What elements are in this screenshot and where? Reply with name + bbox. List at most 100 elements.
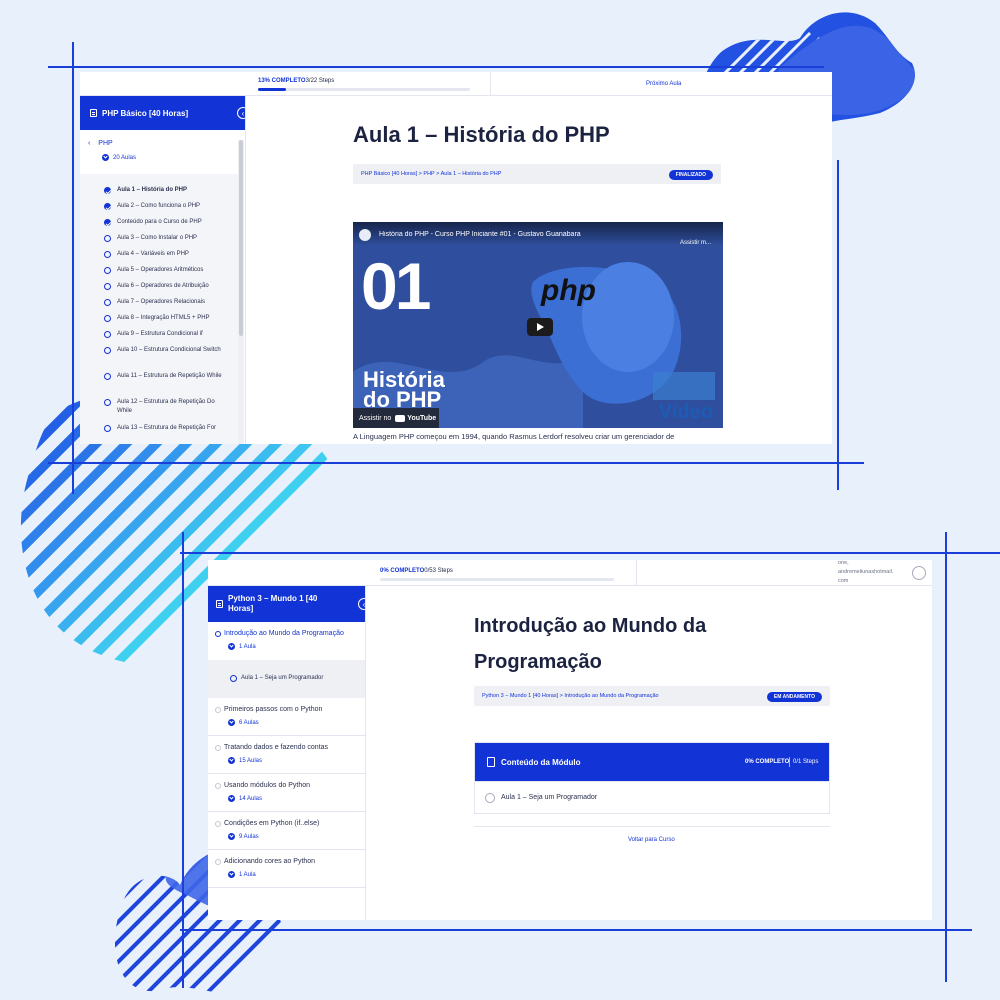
watch-on-label: Assistir no — [359, 414, 392, 422]
check-icon — [228, 757, 235, 764]
lesson-intro-text: A Linguagem PHP começou em 1994, quando … — [353, 432, 675, 441]
module-lesson-count: 9 Aulas — [228, 833, 259, 840]
module-label: Usando módulos do Python — [224, 782, 310, 789]
video-title[interactable]: História do PHP - Curso PHP Iniciante #0… — [379, 231, 619, 238]
video-player[interactable]: História do PHP - Curso PHP Iniciante #0… — [353, 222, 723, 428]
circle-icon — [215, 783, 221, 789]
avatar[interactable] — [912, 566, 926, 580]
module-item[interactable]: Primeiros passos com o Python 6 Aulas — [208, 698, 365, 736]
frame-line — [180, 929, 972, 931]
next-lesson-link[interactable]: Próximo Aula — [646, 81, 681, 87]
panel-lesson-row[interactable]: Aula 1 – Seja um Programador — [475, 781, 829, 813]
check-circle-icon — [104, 203, 111, 210]
circle-icon — [104, 425, 111, 432]
module-label: Introdução ao Mundo da Programação — [224, 630, 344, 637]
page-title: Introdução ao Mundo da Programação — [474, 608, 706, 680]
module-label: Adicionando cores ao Python — [224, 858, 316, 865]
sub-lesson-item[interactable]: Aula 1 – Seja um Programador — [208, 660, 365, 698]
watch-later-label[interactable]: Assistir m... — [680, 240, 711, 246]
video-title-bar: História do PHP - Curso PHP Iniciante #0… — [353, 222, 723, 246]
module-item[interactable]: Condições em Python (if..else) 9 Aulas — [208, 812, 365, 850]
section-header[interactable]: ‹ PHP — [88, 140, 113, 147]
youtube-icon — [395, 414, 406, 422]
lesson-item[interactable]: Aula 8 – Integração HTML5 + PHP — [104, 314, 224, 323]
user-email[interactable]: one, andremeliunashotmail. com — [838, 560, 893, 586]
check-icon — [228, 719, 235, 726]
module-count-label: 6 Aulas — [239, 719, 259, 726]
breadcrumb[interactable]: PHP Básico [40 Horas] > PHP > Aula 1 – H… — [361, 171, 501, 177]
page-title-line1: Introdução ao Mundo da — [474, 615, 707, 637]
frame-line — [180, 552, 1000, 554]
lesson-item[interactable]: Aula 2 – Como funciona o PHP — [104, 202, 224, 211]
frame-line — [48, 462, 864, 464]
chevron-left-icon: ‹ — [88, 140, 91, 147]
lesson-item[interactable]: Aula 3 – Como Instalar o PHP — [104, 234, 224, 243]
frame-line — [837, 160, 839, 490]
user-email-line: com — [838, 578, 849, 584]
circle-icon — [104, 299, 111, 306]
lesson-item[interactable]: Aula 5 – Operadores Aritméticos — [104, 266, 224, 275]
progress-percent: 13% COMPLETO — [258, 78, 306, 84]
breadcrumb[interactable]: Python 3 – Mundo 1 [40 Horas] > Introduç… — [482, 693, 659, 699]
module-item[interactable]: Usando módulos do Python 14 Aulas — [208, 774, 365, 812]
sidebar-header[interactable]: PHP Básico [40 Horas] — [80, 96, 245, 130]
progress-steps: 3/22 Steps — [305, 78, 335, 84]
sidebar-scrollbar[interactable] — [238, 140, 244, 444]
watch-on-youtube-button[interactable]: Assistir no YouTube — [353, 408, 439, 428]
panel-lesson-label: Aula 1 – Seja um Programador — [501, 794, 598, 801]
check-icon — [102, 154, 109, 161]
section-name: PHP — [98, 140, 113, 147]
user-email-line: andremeliunashotmail. — [838, 569, 894, 575]
lesson-item[interactable]: Aula 12 – Estrutura de Repetição Do Whil… — [104, 398, 224, 416]
progress-fill — [258, 88, 286, 91]
lesson-count: 20 Aulas — [102, 154, 136, 161]
lesson-item[interactable]: Aula 1 – História do PHP — [104, 186, 224, 195]
panel-header: Conteúdo da Módulo 0% COMPLETO 0/1 Steps — [475, 743, 829, 781]
progress-label: 0% COMPLETO0/53 Steps — [380, 568, 453, 574]
lesson-item[interactable]: Conteúdo para o Curso de PHP — [104, 218, 224, 227]
module-item[interactable]: Introdução ao Mundo da Programação 1 Aula… — [208, 622, 365, 698]
module-content-panel: Conteúdo da Módulo 0% COMPLETO 0/1 Steps… — [474, 742, 830, 814]
collapse-sidebar-button[interactable]: ‹ — [237, 107, 245, 119]
video-actions[interactable]: Assistir m... — [680, 226, 711, 246]
lesson-label: Aula 8 – Integração HTML5 + PHP — [117, 315, 210, 321]
lesson-item[interactable]: Aula 11 – Estrutura de Repetição While — [104, 372, 224, 381]
circle-icon — [104, 399, 111, 406]
scroll-thumb[interactable] — [239, 140, 243, 336]
lesson-label: Aula 1 – História do PHP — [117, 187, 188, 193]
status-badge: EM ANDAMENTO — [766, 692, 822, 702]
course-title: Python 3 – Mundo 1 [40 Horas] — [228, 594, 318, 613]
lesson-item[interactable]: Aula 10 – Estrutura Condicional Switch — [104, 346, 224, 355]
channel-avatar[interactable] — [359, 229, 371, 241]
module-count-label: 14 Aulas — [239, 795, 263, 802]
lesson-label: Aula 10 – Estrutura Condicional Switch — [117, 347, 221, 353]
play-button[interactable] — [527, 318, 553, 336]
module-count-label: 1 Aula — [239, 643, 256, 650]
video-episode-number: 01 — [361, 249, 431, 323]
frame-line — [945, 532, 947, 982]
sub-lesson-label: Aula 1 – Seja um Programador — [241, 675, 324, 681]
overlay-title-line2: do PHP — [363, 387, 442, 412]
lesson-label: Aula 3 – Como Instalar o PHP — [117, 235, 198, 241]
lesson-item[interactable]: Aula 13 – Estrutura de Repetição For — [104, 424, 224, 433]
lesson-item[interactable]: Aula 7 – Operadores Relacionais — [104, 298, 224, 307]
frame-line — [48, 66, 824, 68]
python-module-screenshot: 0% COMPLETO0/53 Steps one, andremeliunas… — [208, 560, 932, 920]
document-icon — [487, 757, 495, 767]
module-item[interactable]: Tratando dados e fazendo contas 15 Aulas — [208, 736, 365, 774]
video-overlay-title: História do PHP — [363, 369, 445, 412]
sidebar-header[interactable]: Python 3 – Mundo 1 [40 Horas] — [208, 586, 365, 622]
lesson-item[interactable]: Aula 6 – Operadores de Atribuição — [104, 282, 224, 291]
lesson-item[interactable]: Aula 4 – Variáveis em PHP — [104, 250, 224, 259]
brand-logo: Vídeo — [658, 401, 713, 423]
check-circle-icon — [104, 187, 111, 194]
lesson-item[interactable]: Aula 9 – Estrutura Condicional if — [104, 330, 224, 339]
collapse-sidebar-button[interactable]: ‹ — [358, 598, 365, 610]
check-icon — [228, 833, 235, 840]
panel-steps: 0/1 Steps — [793, 759, 819, 765]
back-to-course-link[interactable]: Voltar para Curso — [628, 837, 675, 843]
user-email-line: one, — [838, 560, 849, 566]
progress-steps: 0/53 Steps — [424, 568, 453, 574]
progress-bar — [258, 88, 470, 91]
module-item[interactable]: Adicionando cores ao Python 1 Aula — [208, 850, 365, 888]
